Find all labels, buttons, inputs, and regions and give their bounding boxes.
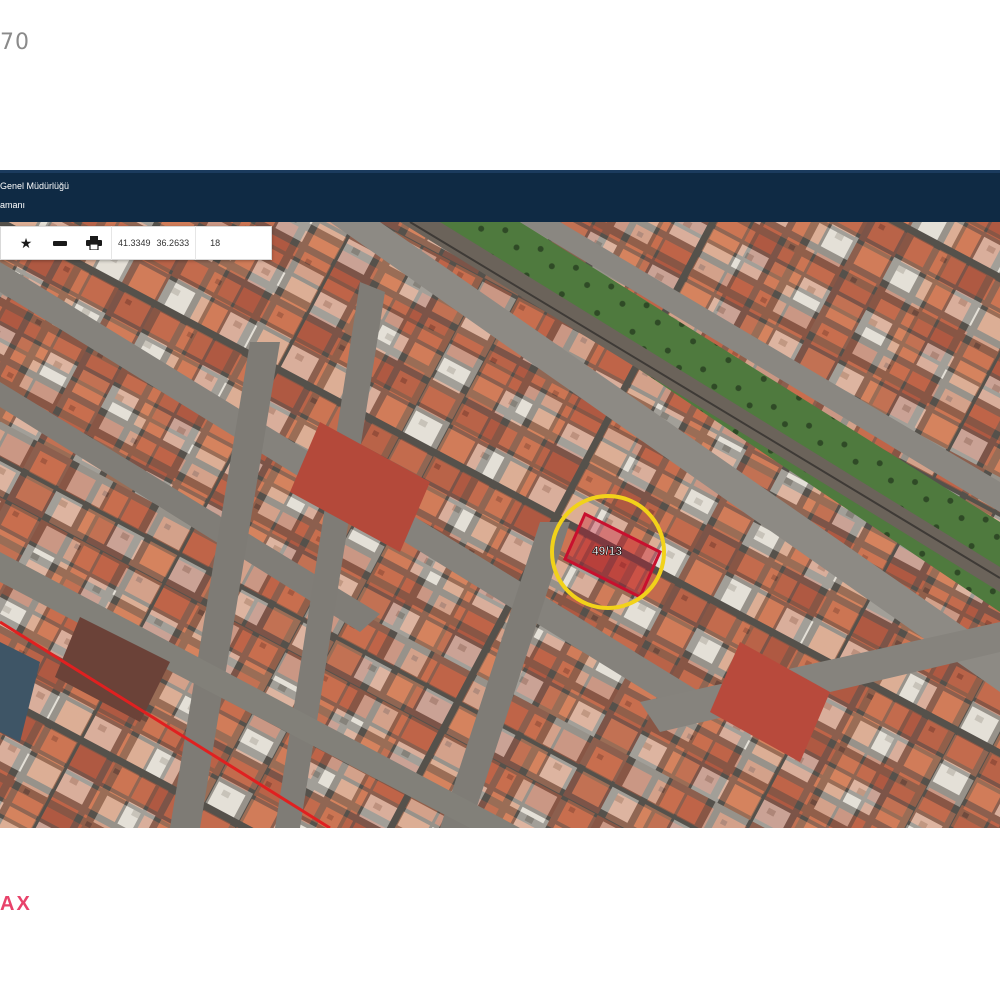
- brand-logo-fragment: AX: [0, 893, 32, 915]
- longitude-readout: 36.2633: [156, 238, 190, 248]
- map-toolbar: ★ 41.3349 36.2633 18: [0, 226, 272, 260]
- header-title: Genel Müdürlüğü: [0, 181, 70, 191]
- header-subtitle: amanı: [0, 200, 26, 210]
- favorite-button[interactable]: ★: [9, 226, 43, 260]
- satellite-map[interactable]: 49/13: [0, 222, 1000, 828]
- page: 70 Genel Müdürlüğü amanı 49/13 ★ 41.3349…: [0, 0, 1000, 1000]
- app-header: Genel Müdürlüğü amanı: [0, 170, 1000, 222]
- ruler-icon: [53, 240, 67, 246]
- print-button[interactable]: [77, 226, 111, 260]
- parcel-label: 49/13: [592, 544, 622, 558]
- printer-icon: [86, 236, 102, 250]
- star-icon: ★: [19, 234, 33, 251]
- zoom-level-readout[interactable]: 18: [195, 226, 234, 260]
- listing-number: 70: [0, 30, 30, 55]
- measure-button[interactable]: [43, 226, 77, 260]
- map-canvas[interactable]: 49/13: [0, 222, 1000, 828]
- latitude-readout: 41.3349: [111, 226, 157, 260]
- toolbar-edge: [1, 226, 9, 260]
